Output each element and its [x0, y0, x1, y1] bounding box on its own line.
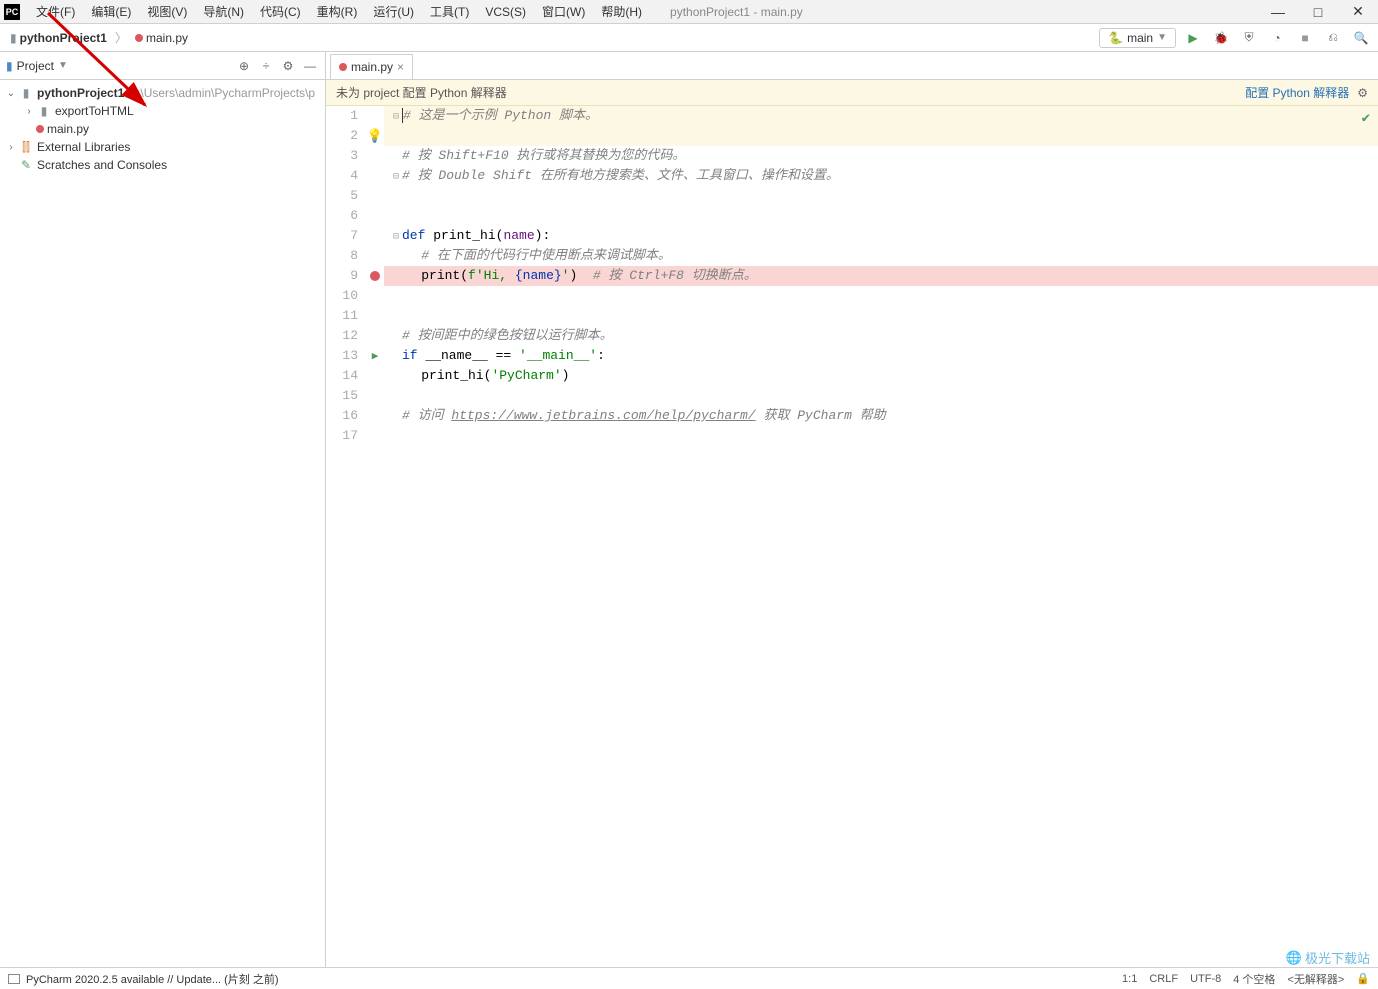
- menu-navigate[interactable]: 导航(N): [195, 0, 252, 23]
- profile-button[interactable]: ◔: [1266, 27, 1288, 49]
- project-toolbar: ▮ Project ▼ ⊕ ÷ ⚙ —: [0, 52, 325, 80]
- project-tree: ⌄ ▮ pythonProject1 C:\Users\admin\Pychar…: [0, 80, 325, 967]
- menu-file[interactable]: 文件(F): [28, 0, 83, 23]
- search-everywhere-button[interactable]: 🔍: [1350, 27, 1372, 49]
- menu-refactor[interactable]: 重构(R): [309, 0, 366, 23]
- editor-area: main.py × 未为 project 配置 Python 解释器 配置 Py…: [326, 52, 1378, 967]
- inspection-ok-icon[interactable]: ✔: [1362, 110, 1370, 127]
- watermark-text: 极光下载站: [1305, 948, 1370, 967]
- menu-edit[interactable]: 编辑(E): [83, 0, 139, 23]
- menu-bar: PC 文件(F) 编辑(E) 视图(V) 导航(N) 代码(C) 重构(R) 运…: [0, 0, 1378, 24]
- breakpoint-dot-icon: [135, 34, 143, 42]
- gear-icon[interactable]: ⚙: [1357, 86, 1368, 100]
- code-content[interactable]: ⊟# 这是一个示例 Python 脚本。 # 按 Shift+F10 执行或将其…: [384, 106, 1378, 967]
- tree-item-label: Scratches and Consoles: [37, 158, 167, 172]
- watermark-icon: 🌐: [1286, 950, 1302, 966]
- stop-button[interactable]: ■: [1294, 27, 1316, 49]
- chevron-down-icon: ▼: [1157, 32, 1167, 43]
- status-encoding[interactable]: UTF-8: [1190, 973, 1221, 985]
- interpreter-warning-bar: 未为 project 配置 Python 解释器 配置 Python 解释器 ⚙: [326, 80, 1378, 106]
- breadcrumb-project-label: pythonProject1: [20, 31, 107, 45]
- status-interpreter[interactable]: <无解释器>: [1287, 971, 1344, 987]
- lightbulb-icon[interactable]: 💡: [367, 129, 383, 144]
- status-bar: PyCharm 2020.2.5 available // Update... …: [0, 967, 1378, 989]
- window-minimize-button[interactable]: —: [1258, 0, 1298, 24]
- window-close-button[interactable]: ✕: [1338, 0, 1378, 24]
- status-caret-position[interactable]: 1:1: [1122, 973, 1137, 985]
- settings-button[interactable]: ⚙: [279, 57, 297, 75]
- editor-tabs: main.py ×: [326, 52, 1378, 80]
- tree-file-main[interactable]: main.py: [0, 120, 325, 138]
- icon-gutter: 💡 ▶: [366, 106, 384, 967]
- configure-interpreter-link[interactable]: 配置 Python 解释器: [1245, 84, 1349, 101]
- project-view-selector[interactable]: ▮ Project ▼: [6, 59, 68, 73]
- breadcrumb-project[interactable]: ▮ pythonProject1: [6, 29, 111, 47]
- tree-item-label: exportToHTML: [55, 104, 134, 118]
- status-indent[interactable]: 4 个空格: [1233, 971, 1275, 987]
- python-icon: 🐍: [1108, 31, 1123, 45]
- breadcrumb-separator-icon: 〉: [115, 29, 127, 46]
- breakpoint-icon[interactable]: [370, 271, 380, 281]
- collapse-icon[interactable]: ⌄: [4, 88, 18, 99]
- menu-view[interactable]: 视图(V): [139, 0, 195, 23]
- navigation-bar: ▮ pythonProject1 〉 main.py 🐍 main ▼ ▶ 🐞 …: [0, 24, 1378, 52]
- tool-windows-icon[interactable]: [8, 974, 20, 984]
- window-maximize-button[interactable]: □: [1298, 0, 1338, 24]
- close-icon[interactable]: ×: [397, 60, 404, 74]
- status-line-separator[interactable]: CRLF: [1149, 973, 1178, 985]
- menu-code[interactable]: 代码(C): [252, 0, 309, 23]
- lock-icon[interactable]: 🔒: [1356, 972, 1370, 985]
- tab-label: main.py: [351, 60, 393, 74]
- git-button[interactable]: ⎌: [1322, 27, 1344, 49]
- status-update-notification[interactable]: PyCharm 2020.2.5 available // Update... …: [26, 971, 279, 987]
- app-icon: PC: [4, 4, 20, 20]
- breadcrumb: ▮ pythonProject1 〉 main.py: [6, 29, 192, 47]
- folder-icon: ▮: [36, 104, 52, 118]
- project-icon: ▮: [6, 59, 13, 73]
- project-title-label: Project: [17, 59, 54, 73]
- menu-run[interactable]: 运行(U): [365, 0, 422, 23]
- window-title: pythonProject1 - main.py: [670, 5, 803, 19]
- expand-icon[interactable]: ›: [22, 106, 36, 117]
- run-gutter-icon[interactable]: ▶: [372, 349, 379, 363]
- project-tool-window: ▮ Project ▼ ⊕ ÷ ⚙ — ⌄ ▮ pythonProject1 C…: [0, 52, 326, 967]
- expand-icon[interactable]: ›: [4, 142, 18, 153]
- editor-tab-main[interactable]: main.py ×: [330, 54, 413, 79]
- tree-item-label: External Libraries: [37, 140, 130, 154]
- run-config-label: main: [1127, 31, 1153, 45]
- debug-button[interactable]: 🐞: [1210, 27, 1232, 49]
- expand-all-button[interactable]: ÷: [257, 57, 275, 75]
- breadcrumb-file[interactable]: main.py: [131, 29, 192, 47]
- scratches-icon: ✎: [18, 158, 34, 172]
- run-configuration-selector[interactable]: 🐍 main ▼: [1099, 28, 1176, 48]
- menu-help[interactable]: 帮助(H): [593, 0, 650, 23]
- tree-root[interactable]: ⌄ ▮ pythonProject1 C:\Users\admin\Pychar…: [0, 84, 325, 102]
- breakpoint-dot-icon: [339, 63, 347, 71]
- tree-item-label: main.py: [47, 122, 89, 136]
- breadcrumb-file-label: main.py: [146, 31, 188, 45]
- tree-root-label: pythonProject1: [37, 86, 124, 100]
- run-button[interactable]: ▶: [1182, 27, 1204, 49]
- breakpoint-dot-icon: [36, 125, 44, 133]
- chevron-down-icon: ▼: [58, 60, 68, 71]
- warning-text: 未为 project 配置 Python 解释器: [336, 84, 507, 101]
- tree-scratches[interactable]: ✎ Scratches and Consoles: [0, 156, 325, 174]
- menu-tools[interactable]: 工具(T): [422, 0, 477, 23]
- folder-icon: ▮: [18, 86, 34, 100]
- code-editor[interactable]: ✔ 1234 5678 9101112 13141516 17 💡 ▶ ⊟# 这…: [326, 106, 1378, 967]
- coverage-button[interactable]: ⛨: [1238, 27, 1260, 49]
- watermark: 🌐 极光下载站: [1286, 948, 1370, 967]
- tree-root-path: C:\Users\admin\PycharmProjects\p: [128, 86, 315, 100]
- locate-file-button[interactable]: ⊕: [235, 57, 253, 75]
- library-icon: ⫿⫿: [18, 140, 34, 154]
- hide-button[interactable]: —: [301, 57, 319, 75]
- folder-icon: ▮: [10, 31, 17, 45]
- menu-vcs[interactable]: VCS(S): [477, 2, 534, 22]
- line-number-gutter: 1234 5678 9101112 13141516 17: [326, 106, 366, 967]
- menu-window[interactable]: 窗口(W): [534, 0, 593, 23]
- tree-folder-export[interactable]: › ▮ exportToHTML: [0, 102, 325, 120]
- tree-external-libraries[interactable]: › ⫿⫿ External Libraries: [0, 138, 325, 156]
